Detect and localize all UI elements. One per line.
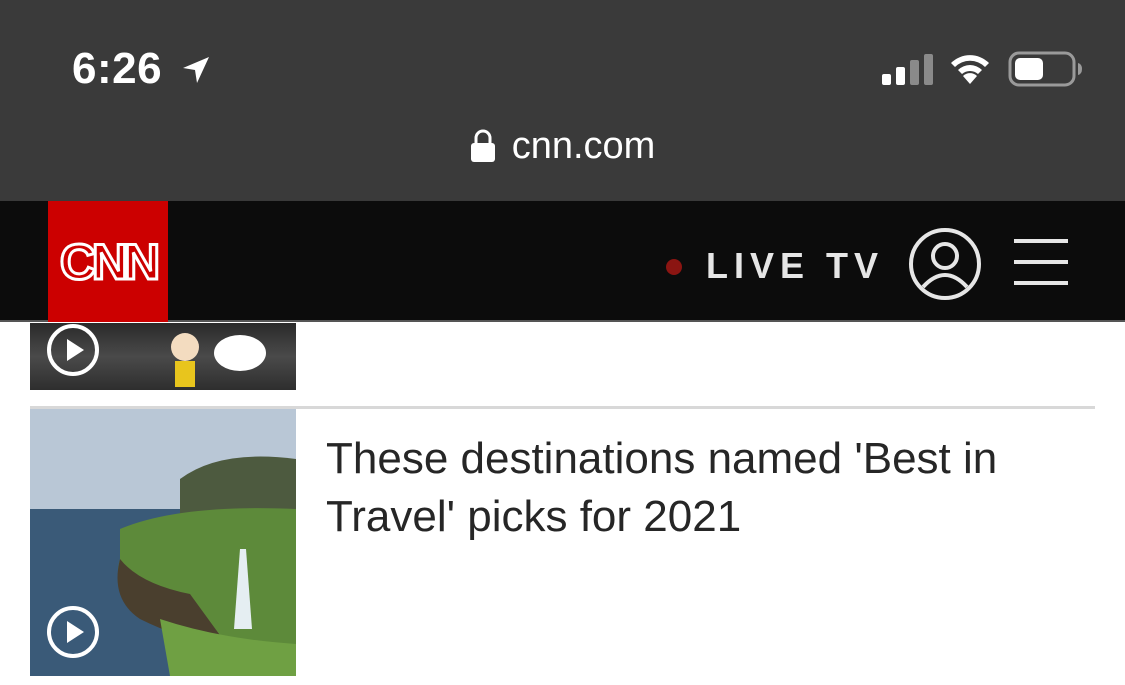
hamburger-menu-icon[interactable] bbox=[1014, 237, 1068, 287]
browser-chrome: 6:26 cnn.com bbox=[0, 0, 1125, 201]
site-header: CNN LIVE TV bbox=[0, 201, 1125, 322]
location-arrow-icon bbox=[183, 57, 209, 83]
play-icon bbox=[47, 606, 99, 658]
story-thumbnail-previous[interactable] bbox=[30, 323, 296, 390]
cnn-logo[interactable]: CNN bbox=[48, 201, 168, 322]
wifi-icon bbox=[951, 55, 989, 84]
user-circle-icon[interactable] bbox=[908, 227, 982, 301]
live-indicator-dot bbox=[666, 259, 682, 275]
battery-icon bbox=[1008, 51, 1082, 87]
url-text: cnn.com bbox=[511, 124, 656, 167]
story-headline[interactable]: These destinations named 'Best in Travel… bbox=[326, 430, 1066, 546]
play-icon bbox=[47, 324, 99, 376]
cartoon-image bbox=[171, 333, 266, 387]
status-time: 6:26 bbox=[72, 44, 163, 93]
address-bar[interactable]: cnn.com bbox=[0, 118, 1125, 174]
logo-text: CNN bbox=[58, 232, 161, 291]
cell-signal-icon bbox=[882, 54, 933, 85]
lock-icon bbox=[470, 129, 495, 162]
story-thumbnail[interactable] bbox=[30, 409, 296, 676]
live-tv-link[interactable]: LIVE TV bbox=[706, 245, 884, 287]
